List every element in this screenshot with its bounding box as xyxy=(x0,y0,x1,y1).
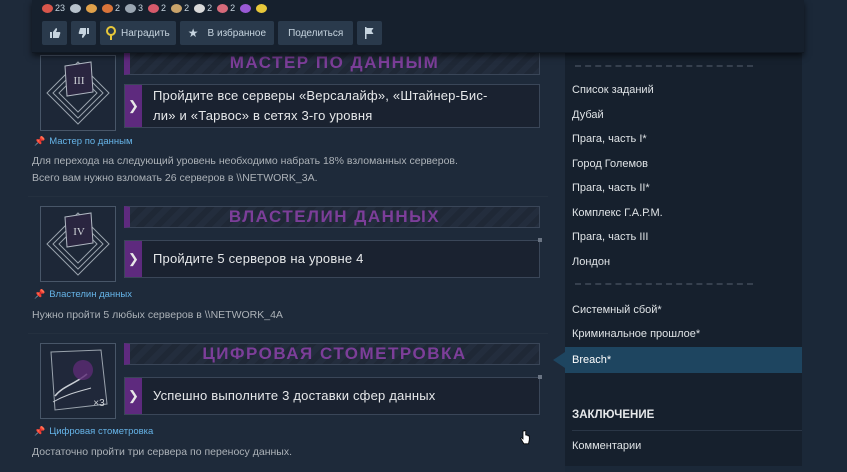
achievement-card: IV ВЛАСТЕЛИН ДАННЫХ ❯ Пройдите 5 серверо… xyxy=(40,206,542,284)
achievement-description: ❯ Пройдите все серверы «Версалайф», «Шта… xyxy=(124,84,540,128)
sidebar-item[interactable]: Комплекс Г.А.Р.М. xyxy=(572,207,663,219)
award-item[interactable] xyxy=(256,3,268,13)
award-button[interactable]: Наградить xyxy=(100,21,176,45)
svg-text:×3: ×3 xyxy=(93,398,105,409)
sidebar-item-comments[interactable]: Комментарии xyxy=(572,440,641,452)
favorite-button[interactable]: ★ В избранное xyxy=(179,21,275,45)
report-button[interactable] xyxy=(357,21,383,45)
award-animal-icon xyxy=(102,3,114,13)
share-button[interactable]: Поделиться xyxy=(278,21,354,45)
sidebar-item[interactable]: Системный сбой* xyxy=(572,304,662,316)
sidebar-item[interactable]: Лондон xyxy=(572,256,610,268)
achievement-title: ВЛАСТЕЛИН ДАННЫХ xyxy=(124,206,540,228)
sidebar-heading: ЗАКЛЮЧЕНИЕ xyxy=(572,409,655,421)
achievement-note: Нужно пройти 5 любых серверов в \\NETWOR… xyxy=(32,309,283,321)
mouse-cursor-icon xyxy=(520,430,530,445)
achievement-title: МАСТЕР ПО ДАННЫМ xyxy=(124,51,540,75)
award-figure-icon xyxy=(171,3,183,13)
pin-icon: 📌 xyxy=(34,426,46,436)
award-flag-icon xyxy=(148,3,160,13)
pin-icon: 📌 xyxy=(34,136,46,146)
divider xyxy=(28,333,548,334)
awards-row: 23 2 3 2 2 2 2 xyxy=(42,0,268,16)
thumbs-down-icon xyxy=(78,28,89,38)
award-item[interactable] xyxy=(86,3,98,13)
thumbs-up-icon xyxy=(49,28,60,38)
achievement-card: ×3 ЦИФРОВАЯ СТОМЕТРОВКА ❯ Успешно выполн… xyxy=(40,343,542,421)
award-bird-icon xyxy=(70,3,82,13)
achievement-card: III МАСТЕР ПО ДАННЫМ ❯ Пройдите все серв… xyxy=(40,51,542,135)
sidebar-item[interactable]: Город Големов xyxy=(572,158,648,170)
achievement-badge-icon: III xyxy=(40,55,116,131)
award-trophy-icon xyxy=(194,3,206,13)
achievement-link[interactable]: 📌 Властелин данных xyxy=(34,289,132,300)
sidebar-item[interactable]: Прага, часть III xyxy=(572,231,648,243)
chevron-right-icon: ❯ xyxy=(125,378,142,414)
achievement-description: ❯ Успешно выполните 3 доставки сфер данн… xyxy=(124,377,540,415)
award-item[interactable]: 3 xyxy=(125,3,143,13)
guide-content: III МАСТЕР ПО ДАННЫМ ❯ Пройдите все серв… xyxy=(0,0,565,472)
achievement-note: Достаточно пройти три сервера по перенос… xyxy=(32,446,293,458)
award-heart-icon xyxy=(217,3,229,13)
chevron-right-icon: ❯ xyxy=(125,241,142,277)
award-item[interactable]: 2 xyxy=(171,3,189,13)
achievement-badge-icon: IV xyxy=(40,206,116,282)
sidebar-item-breach[interactable]: Breach* xyxy=(553,347,802,373)
achievement-note: Для перехода на следующий уровень необхо… xyxy=(32,155,458,184)
award-item[interactable] xyxy=(70,3,82,13)
achievement-link[interactable]: 📌 Цифровая стометровка xyxy=(34,426,153,437)
award-item[interactable] xyxy=(240,3,252,13)
award-sun-icon xyxy=(256,3,268,13)
award-blob-icon xyxy=(240,3,252,13)
award-fish-icon xyxy=(42,3,53,13)
award-item[interactable]: 2 xyxy=(148,3,166,13)
thumbs-down-button[interactable] xyxy=(71,21,96,45)
chevron-right-icon: ❯ xyxy=(125,85,142,127)
sidebar-item[interactable]: Прага, часть II* xyxy=(572,182,650,194)
sidebar-item[interactable]: Дубай xyxy=(572,109,604,121)
award-item[interactable]: 2 xyxy=(217,3,235,13)
svg-text:III: III xyxy=(74,75,85,87)
award-item[interactable]: 2 xyxy=(194,3,212,13)
award-toolbar: 23 2 3 2 2 2 2 Наградить ★ В избранное Поделит… xyxy=(32,0,804,53)
achievement-link[interactable]: 📌 Мастер по данным xyxy=(34,136,132,147)
sidebar-item[interactable]: Криминальное прошлое* xyxy=(572,328,700,340)
thumbs-up-button[interactable] xyxy=(42,21,67,45)
flag-icon xyxy=(365,27,374,39)
svg-text:IV: IV xyxy=(73,226,85,238)
achievement-title: ЦИФРОВАЯ СТОМЕТРОВКА xyxy=(124,343,540,365)
achievement-description: ❯ Пройдите 5 серверов на уровне 4 xyxy=(124,240,540,278)
star-icon: ★ xyxy=(187,26,199,40)
divider xyxy=(28,196,548,197)
sidebar-toc: Список заданий Дубай Прага, часть I* Город … xyxy=(553,52,802,466)
medal-icon xyxy=(106,26,116,40)
sidebar-item[interactable]: Прага, часть I* xyxy=(572,133,647,145)
award-item[interactable]: 2 xyxy=(102,3,120,13)
award-item[interactable]: 23 xyxy=(42,3,65,13)
sidebar-item[interactable]: Список заданий xyxy=(572,84,654,96)
achievement-badge-icon: ×3 xyxy=(40,343,116,419)
award-headphones-icon xyxy=(125,3,137,13)
pin-icon: 📌 xyxy=(34,289,46,299)
award-cookie-icon xyxy=(86,3,98,13)
